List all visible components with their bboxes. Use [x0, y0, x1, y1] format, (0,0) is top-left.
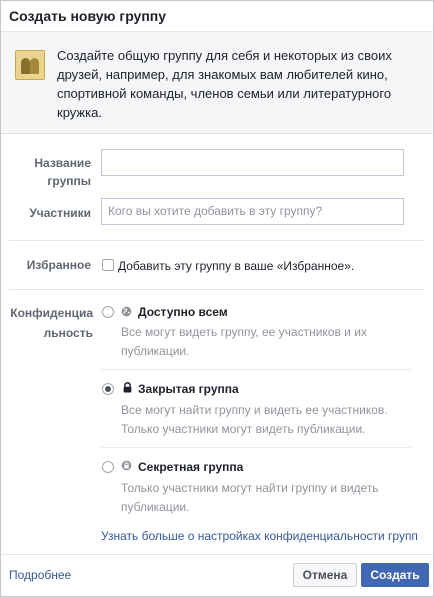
learn-more-privacy-link[interactable]: Узнать больше о настройках конфиденциаль… — [101, 529, 418, 543]
privacy-radio-secret[interactable] — [102, 461, 114, 473]
privacy-option-title[interactable]: Закрытая группа — [138, 382, 239, 396]
cancel-button[interactable]: Отмена — [293, 563, 357, 587]
dialog-header: Создать новую группу — [1, 1, 433, 32]
members-label: Участники — [29, 206, 91, 220]
privacy-option-title[interactable]: Секретная группа — [138, 460, 243, 474]
divider — [9, 240, 425, 241]
privacy-option-title[interactable]: Доступно всем — [138, 305, 228, 319]
intro-text: Создайте общую группу для себя и некотор… — [57, 48, 392, 120]
intro-section: Создайте общую группу для себя и некотор… — [1, 32, 433, 134]
divider — [9, 289, 425, 290]
privacy-option-description: Только участники могут найти группу и ви… — [121, 481, 379, 514]
create-group-dialog: Создать новую группу Создайте общую груп… — [0, 0, 434, 597]
members-placeholder: Кого вы хотите добавить в эту группу? — [108, 204, 323, 218]
option-divider — [101, 369, 411, 370]
lock-icon — [123, 382, 132, 393]
privacy-radio-closed[interactable] — [102, 383, 114, 395]
create-button[interactable]: Создать — [361, 563, 429, 587]
group-icon — [15, 50, 45, 80]
dialog-title: Создать новую группу — [9, 8, 167, 24]
members-input[interactable]: Кого вы хотите добавить в эту группу? — [101, 198, 404, 225]
privacy-option-description: Все могут видеть группу, ее участников и… — [121, 325, 367, 358]
privacy-label: Конфиденциальность — [10, 306, 93, 340]
favorites-checkbox[interactable] — [102, 259, 114, 271]
dialog-footer: Подробнее Отмена Создать — [1, 554, 433, 596]
secret-icon — [121, 460, 132, 471]
privacy-radio-public[interactable] — [102, 306, 114, 318]
more-info-link[interactable]: Подробнее — [9, 568, 71, 582]
favorites-label: Избранное — [26, 258, 91, 272]
group-name-label: Название группы — [34, 156, 91, 188]
globe-icon — [121, 306, 132, 317]
privacy-option-description: Все могут найти группу и видеть ее участ… — [121, 403, 388, 436]
favorites-checkbox-label[interactable]: Добавить эту группу в ваше «Избранное». — [118, 259, 354, 273]
group-name-input[interactable] — [101, 149, 404, 176]
option-divider — [101, 447, 411, 448]
